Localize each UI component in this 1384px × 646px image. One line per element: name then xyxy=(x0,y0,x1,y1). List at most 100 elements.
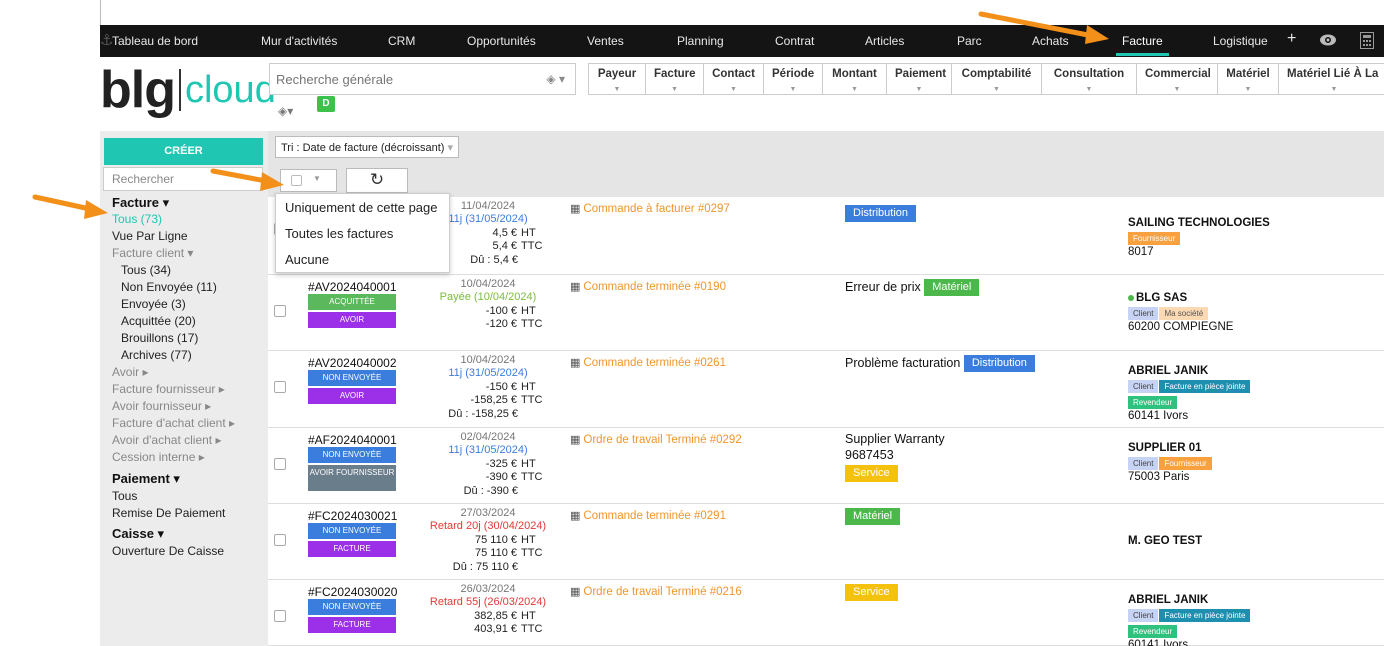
filter-contact[interactable]: Contact ▼ xyxy=(704,64,764,94)
sidebar-item[interactable]: Facture client ▾ xyxy=(112,245,262,262)
filter-materiel-lie[interactable]: Matériel Lié À La ▼ xyxy=(1279,64,1384,94)
sidebar-item[interactable]: Envoyée (3) xyxy=(112,296,262,313)
filter-periode[interactable]: Période ▼ xyxy=(764,64,823,94)
option-none[interactable]: Aucune xyxy=(276,246,449,272)
invoice-number[interactable]: #AV2024040001 xyxy=(308,280,397,294)
linked-order-link[interactable]: ▦ Commande à facturer #0297 xyxy=(570,202,730,215)
filter-consultation[interactable]: Consultation ▼ xyxy=(1042,64,1137,94)
client-block[interactable]: ABRIEL JANIK Client Facture en pièce joint… xyxy=(1128,594,1251,646)
eye-icon[interactable] xyxy=(1319,33,1337,47)
sidebar-header-paiement[interactable]: Paiement ▾ xyxy=(112,470,262,488)
calculator-icon[interactable] xyxy=(1360,32,1374,49)
client-block[interactable]: SUPPLIER 01 Client Fournisseur 75003 Paris xyxy=(1128,442,1213,483)
nav-opportunites[interactable]: Opportunités xyxy=(467,34,536,48)
client-block[interactable]: ABRIEL JANIK Client Facture en pièce joint… xyxy=(1128,365,1251,422)
client-tag: Fournisseur xyxy=(1128,232,1181,245)
invoice-row[interactable]: #AF2024040001 NON ENVOYÉE AVOIR FOURNISSEU… xyxy=(268,428,1384,504)
nav-add-button[interactable]: + xyxy=(1287,30,1296,48)
client-tags: Client Facture en pièce jointe xyxy=(1128,378,1251,393)
linked-order-link[interactable]: ▦ Ordre de travail Terminé #0292 xyxy=(570,433,742,446)
invoice-row[interactable]: #AV2024040002 NON ENVOYÉE AVOIR 10/04/2024 1… xyxy=(268,351,1384,428)
nav-contrat[interactable]: Contrat xyxy=(775,34,814,48)
nav-planning[interactable]: Planning xyxy=(677,34,724,48)
status-badge: AVOIR FOURNISSEUR xyxy=(308,465,396,491)
row-checkbox[interactable] xyxy=(274,381,286,393)
client-tag: Revendeur xyxy=(1128,625,1178,638)
sidebar-item-paiement-tous[interactable]: Tous xyxy=(112,488,262,505)
row-checkbox[interactable] xyxy=(274,610,286,622)
client-block[interactable]: BLG SAS Client Ma société 60200 COMPIEGNE xyxy=(1128,292,1233,333)
client-name-text: ABRIEL JANIK xyxy=(1128,594,1209,606)
row-checkbox[interactable] xyxy=(274,305,286,317)
select-all-checkbox[interactable]: ▼ xyxy=(280,169,337,192)
filter-commercial[interactable]: Commercial ▼ xyxy=(1137,64,1218,94)
option-this-page[interactable]: Uniquement de cette page xyxy=(276,194,449,220)
logo[interactable]: blg cloud xyxy=(100,60,276,120)
nav-mur-activites[interactable]: Mur d'activités xyxy=(261,34,337,48)
client-block[interactable]: M. GEO TEST xyxy=(1128,535,1202,547)
row-checkbox[interactable] xyxy=(274,534,286,546)
nav-tableau-de-bord[interactable]: Tableau de bord xyxy=(112,34,198,48)
filter-payeur[interactable]: Payeur ▼ xyxy=(589,64,646,94)
client-address: 75003 Paris xyxy=(1128,471,1190,483)
sidebar-item[interactable]: Tous (73) xyxy=(112,211,262,228)
nav-articles[interactable]: Articles xyxy=(865,34,904,48)
linked-order-link[interactable]: ▦ Commande terminée #0190 xyxy=(570,280,726,293)
invoice-number[interactable]: #AF2024040001 xyxy=(308,433,397,447)
sidebar-item[interactable]: Archives (77) xyxy=(112,347,262,364)
nav-facture[interactable]: Facture xyxy=(1116,34,1169,56)
layers-icon[interactable]: ◈▾ xyxy=(278,104,293,118)
sidebar-item[interactable]: Avoir d'achat client ▸ xyxy=(112,432,262,449)
invoice-row[interactable]: #FC2024030020 NON ENVOYÉE FACTURE 26/03/202… xyxy=(268,580,1384,646)
filter-montant[interactable]: Montant ▼ xyxy=(823,64,887,94)
nav-crm[interactable]: CRM xyxy=(388,34,415,48)
invoice-number[interactable]: #FC2024030021 xyxy=(308,509,397,523)
linked-order-link[interactable]: ▦ Commande terminée #0291 xyxy=(570,509,726,522)
global-search: ◈ ▾ xyxy=(269,63,576,95)
sidebar-item[interactable]: Tous (34) xyxy=(112,262,262,279)
option-all-invoices[interactable]: Toutes les factures xyxy=(276,220,449,246)
filter-materiel[interactable]: Matériel ▼ xyxy=(1218,64,1279,94)
invoice-number[interactable]: #FC2024030020 xyxy=(308,585,397,599)
layers-dropdown-icon[interactable]: ◈ ▾ xyxy=(546,72,565,86)
status-badge: AVOIR xyxy=(308,388,396,404)
client-address: 60141 Ivors xyxy=(1128,410,1189,422)
sidebar-item[interactable]: Non Envoyée (11) xyxy=(112,279,262,296)
row-checkbox[interactable] xyxy=(274,458,286,470)
sidebar-item[interactable]: Avoir fournisseur ▸ xyxy=(112,398,262,415)
filter-facture[interactable]: Facture ▼ xyxy=(646,64,704,94)
filter-paiement[interactable]: Paiement ▼ xyxy=(887,64,952,94)
create-button[interactable]: CRÉER xyxy=(104,138,263,165)
sidebar-header-caisse[interactable]: Caisse ▾ xyxy=(112,525,262,543)
client-block[interactable]: SAILING TECHNOLOGIES Fournisseur 8017 xyxy=(1128,217,1270,258)
sidebar-item[interactable]: Facture fournisseur ▸ xyxy=(112,381,262,398)
sidebar-item[interactable]: Acquittée (20) xyxy=(112,313,262,330)
invoice-row[interactable]: #AV2024040001 ACQUITTÉE AVOIR 10/04/2024 Pay… xyxy=(268,275,1384,351)
client-address: 8017 xyxy=(1128,246,1154,258)
invoice-number[interactable]: #AV2024040002 xyxy=(308,356,397,370)
global-search-input[interactable] xyxy=(270,64,520,94)
sidebar-item-remise-de-paiement[interactable]: Remise De Paiement xyxy=(112,505,262,522)
sidebar-item[interactable]: Cession interne ▸ xyxy=(112,449,262,466)
linked-order-link[interactable]: ▦ Commande terminée #0261 xyxy=(570,356,726,369)
d-badge[interactable]: D xyxy=(317,96,335,112)
amount-ht: 75 110 € HT xyxy=(418,534,568,546)
nav-logistique[interactable]: Logistique xyxy=(1213,34,1268,48)
caret-icon: ▼ xyxy=(789,86,797,93)
refresh-button[interactable]: ↻ xyxy=(346,168,408,193)
sort-select[interactable]: Tri : Date de facture (décroissant) ▾ xyxy=(275,136,460,158)
sidebar-header-facture[interactable]: Facture ▾ xyxy=(112,195,262,211)
invoice-date: 10/04/2024 xyxy=(460,278,516,290)
linked-order-link[interactable]: ▦ Ordre de travail Terminé #0216 xyxy=(570,585,742,598)
sidebar-item[interactable]: Vue Par Ligne xyxy=(112,228,262,245)
client-tag: Fournisseur xyxy=(1159,457,1212,470)
sidebar-item[interactable]: Avoir ▸ xyxy=(112,364,262,381)
sidebar-item[interactable]: Brouillons (17) xyxy=(112,330,262,347)
client-name: BLG SAS xyxy=(1128,292,1233,304)
filter-comptabilite[interactable]: Comptabilité ▼ xyxy=(952,64,1042,94)
sidebar-item[interactable]: Facture d'achat client ▸ xyxy=(112,415,262,432)
sidebar-item-ouverture-de-caisse[interactable]: Ouverture De Caisse xyxy=(112,543,262,560)
nav-ventes[interactable]: Ventes xyxy=(587,34,624,48)
client-tag: Facture en pièce jointe xyxy=(1159,380,1251,393)
invoice-row[interactable]: #FC2024030021 NON ENVOYÉE FACTURE 27/03/202… xyxy=(268,504,1384,580)
